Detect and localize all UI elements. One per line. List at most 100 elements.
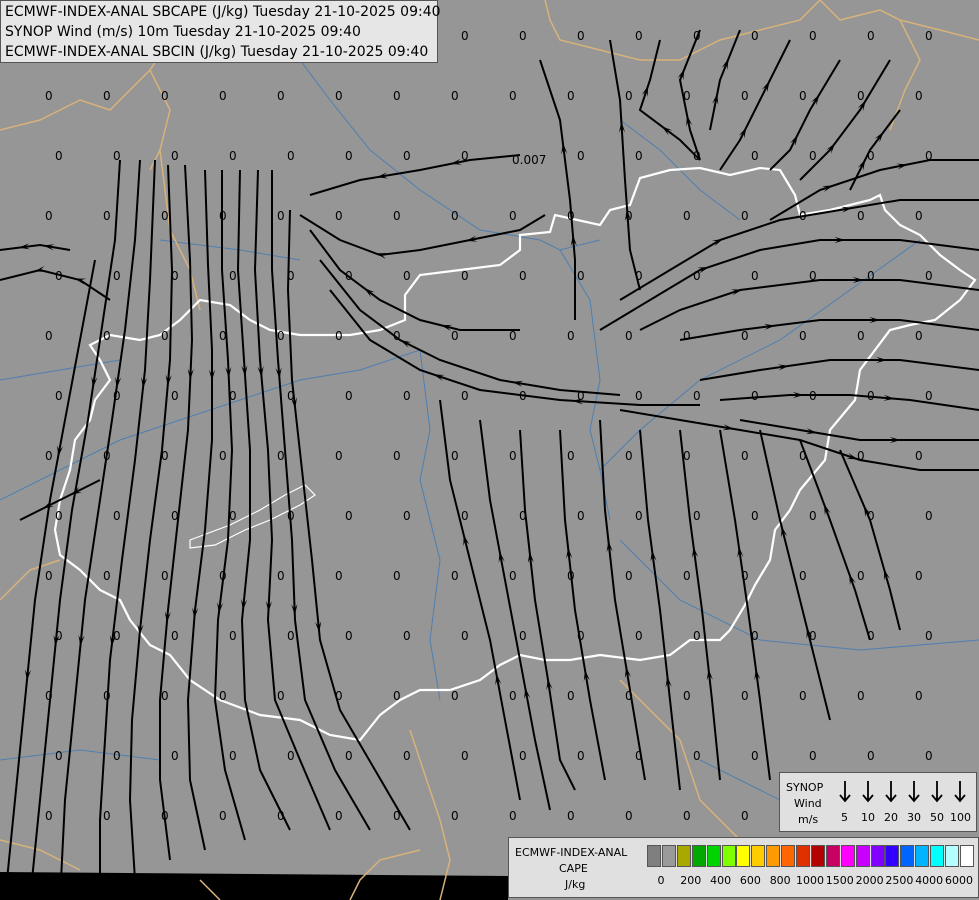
- cin-value-label: 0: [519, 29, 527, 43]
- cin-value-label: 0: [45, 329, 53, 343]
- cin-value-label: 0: [925, 749, 933, 763]
- synop-wind-legend: SYNOP Wind m/s 5 10 20 30 50 100: [779, 772, 977, 832]
- cin-value-label: 0: [277, 569, 285, 583]
- cin-value-label: 0: [219, 89, 227, 103]
- cape-tick-label: 0: [657, 874, 665, 887]
- cape-legend-title: ECMWF-INDEX-ANAL: [515, 846, 628, 859]
- cin-value-label: 0: [577, 509, 585, 523]
- cape-swatch: [900, 845, 915, 867]
- synop-speed-50: 50: [930, 811, 944, 824]
- cin-value-label: 0: [171, 269, 179, 283]
- cin-value-label: 0: [867, 389, 875, 403]
- cin-value-label: 0: [113, 269, 121, 283]
- cin-value-label: 0: [219, 569, 227, 583]
- cin-value-label: 0: [799, 449, 807, 463]
- cin-value-label: 0: [741, 809, 749, 823]
- cin-value-label: 0: [925, 509, 933, 523]
- cin-value-label: 0: [287, 629, 295, 643]
- cin-value-label: 0: [693, 629, 701, 643]
- cin-value-label: 0: [741, 89, 749, 103]
- cin-value-label: 0: [519, 269, 527, 283]
- cin-value-label: 0: [403, 629, 411, 643]
- cape-tick-label: 600: [739, 874, 761, 887]
- cin-value-label: 0: [857, 329, 865, 343]
- cin-value-label: 0: [103, 329, 111, 343]
- cin-value-label: 0: [915, 689, 923, 703]
- cin-value-label: 0: [693, 269, 701, 283]
- cin-value-label: 0: [277, 689, 285, 703]
- cin-value-label: 0: [751, 29, 759, 43]
- cin-value-label: 0: [45, 689, 53, 703]
- cin-value-label: 0: [171, 149, 179, 163]
- cin-value-label: 0: [393, 569, 401, 583]
- cape-tick-label: 800: [769, 874, 791, 887]
- cin-value-label: 0: [113, 149, 121, 163]
- synop-speed-10: 10: [861, 811, 875, 824]
- cin-value-label: 0: [625, 209, 633, 223]
- map-title-box: ECMWF-INDEX-ANAL SBCAPE (J/kg) Tuesday 2…: [0, 0, 441, 63]
- cin-value-label: 0: [625, 809, 633, 823]
- cin-value-label: 0: [287, 389, 295, 403]
- cin-value-label: 0: [683, 569, 691, 583]
- cin-value-label: 0: [809, 629, 817, 643]
- cin-value-label: 0: [751, 389, 759, 403]
- cin-value-label: 0: [103, 89, 111, 103]
- cape-swatch: [796, 845, 810, 867]
- cin-value-label: 0: [335, 209, 343, 223]
- cin-value-label: 0: [519, 509, 527, 523]
- cin-value-label: 0: [403, 509, 411, 523]
- cin-value-label: 0: [345, 629, 353, 643]
- cin-value-label: 0: [55, 389, 63, 403]
- cin-value-label: 0: [867, 629, 875, 643]
- cin-value-label: 0: [461, 149, 469, 163]
- cin-value-label: 0: [113, 629, 121, 643]
- cin-value-label: 0: [635, 149, 643, 163]
- cin-value-label: 0: [113, 389, 121, 403]
- cin-value-label: 0: [635, 749, 643, 763]
- cape-swatch: [930, 845, 945, 867]
- cin-value-label: 0: [799, 89, 807, 103]
- cin-value-label: 0: [693, 149, 701, 163]
- cin-value-label: 0: [809, 389, 817, 403]
- weather-map: 0 0 0 0 0 0 0 0 0 0 0 0 0 0 0 0 0 0 0 0 0 0 0 0 0 0 0 0 0 0 0 0 0 0 0 0 0 0 0 0…: [0, 0, 979, 900]
- cape-tick-label: 4000: [915, 874, 944, 887]
- title-sbcape: ECMWF-INDEX-ANAL SBCAPE (J/kg) Tuesday 2…: [5, 4, 441, 20]
- cape-swatch: [736, 845, 751, 867]
- synop-legend-arrows: [839, 781, 966, 803]
- cin-value-label: 0: [161, 89, 169, 103]
- cape-tick-label: 1500: [825, 874, 854, 887]
- cin-value-label: 0: [335, 809, 343, 823]
- cin-value-label-special: 0.007: [512, 153, 546, 167]
- cin-value-label: 0: [451, 209, 459, 223]
- cin-value-label: 0: [683, 209, 691, 223]
- cape-tick-label: 1000: [796, 874, 824, 887]
- cin-value-label: 0: [451, 689, 459, 703]
- cin-value-label: 0: [741, 449, 749, 463]
- cin-value-label: 0: [461, 29, 469, 43]
- cape-swatch: [855, 845, 870, 867]
- cin-value-label: 0: [925, 389, 933, 403]
- cin-value-label: 0: [277, 809, 285, 823]
- cin-value-label: 0: [519, 629, 527, 643]
- synop-speed-100: 100: [950, 811, 971, 824]
- cin-value-label: 0: [625, 329, 633, 343]
- cin-value-label: 0: [635, 509, 643, 523]
- cin-value-label: 0: [577, 269, 585, 283]
- cin-value-label: 0: [161, 689, 169, 703]
- title-synop-wind: SYNOP Wind (m/s) 10m Tuesday 21-10-2025 …: [5, 24, 361, 40]
- cin-value-label: 0: [113, 509, 121, 523]
- cin-value-label: 0: [519, 389, 527, 403]
- cin-value-label: 0: [799, 209, 807, 223]
- cape-swatch: [751, 845, 766, 867]
- cin-value-label: 0: [809, 149, 817, 163]
- cin-value-label: 0: [161, 569, 169, 583]
- cin-value-label: 0: [45, 449, 53, 463]
- cin-value-label: 0: [393, 329, 401, 343]
- cin-value-label: 0: [799, 329, 807, 343]
- cin-value-label: 0: [809, 29, 817, 43]
- cin-value-label: 0: [915, 209, 923, 223]
- cin-value-label: 0: [403, 269, 411, 283]
- cin-value-label: 0: [925, 629, 933, 643]
- cin-value-label: 0: [393, 689, 401, 703]
- cin-value-label: 0: [45, 809, 53, 823]
